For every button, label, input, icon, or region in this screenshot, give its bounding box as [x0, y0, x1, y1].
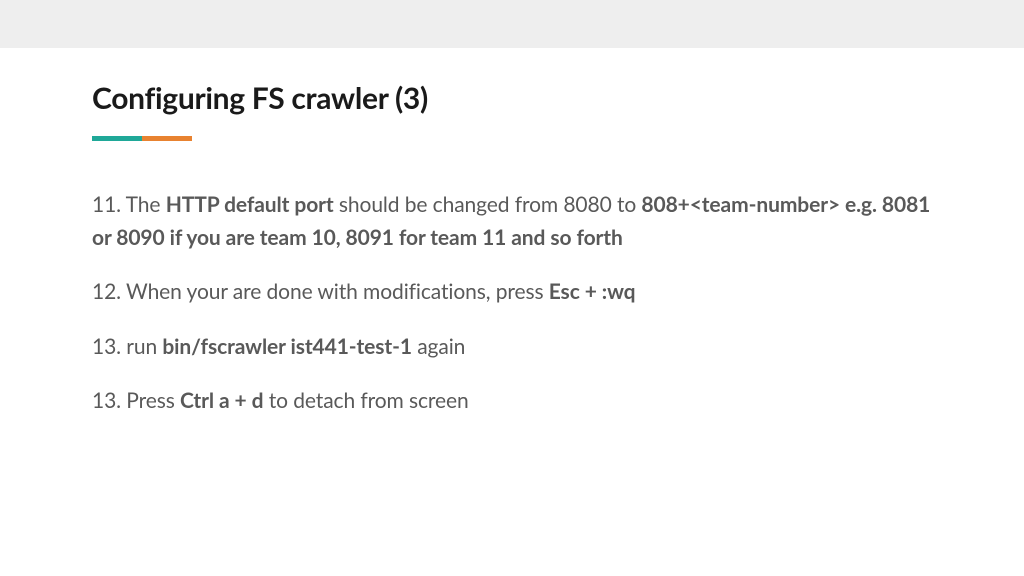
slide-content: Configuring FS crawler (3) 11. The HTTP …: [0, 48, 1024, 418]
accent-orange-segment: [142, 136, 192, 141]
item-number: 13.: [92, 388, 121, 413]
item-number: 13.: [92, 334, 121, 359]
item-text: When your are done with modifications, p…: [121, 279, 549, 304]
slide-title: Configuring FS crawler (3): [92, 80, 932, 116]
item-text: The: [121, 192, 166, 217]
item-bold: HTTP default port: [166, 192, 334, 217]
item-number: 12.: [92, 279, 121, 304]
list-item: 13. Press Ctrl a + d to detach from scre…: [92, 385, 932, 418]
item-text: should be changed from 8080 to: [334, 192, 642, 217]
item-bold: Ctrl a + d: [180, 388, 263, 413]
item-text: to detach from screen: [263, 388, 468, 413]
item-text: run: [121, 334, 162, 359]
item-number: 11.: [92, 192, 121, 217]
item-bold: Esc + :wq: [549, 279, 636, 304]
list-item: 13. run bin/fscrawler ist441-test-1 agai…: [92, 331, 932, 364]
top-header-bar: [0, 0, 1024, 48]
accent-underline: [92, 136, 932, 141]
accent-teal-segment: [92, 136, 142, 141]
list-item: 11. The HTTP default port should be chan…: [92, 189, 932, 254]
list-item: 12. When your are done with modification…: [92, 276, 932, 309]
item-text: again: [412, 334, 465, 359]
item-text: Press: [121, 388, 180, 413]
item-bold: bin/fscrawler ist441-test-1: [162, 334, 412, 359]
